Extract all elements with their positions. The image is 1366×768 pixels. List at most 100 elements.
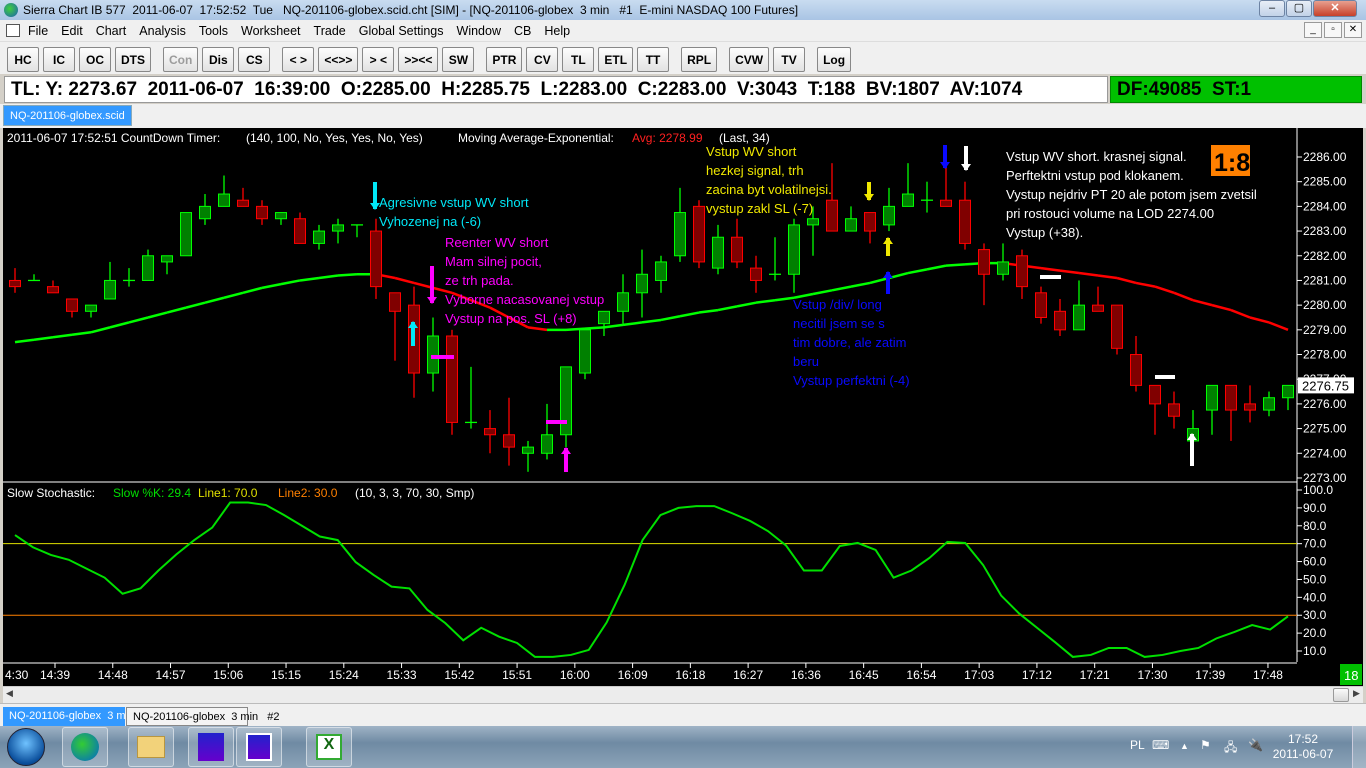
chart-header-params: (140, 100, No, Yes, Yes, No, Yes)	[246, 131, 423, 145]
candle	[598, 310, 610, 337]
candle	[104, 261, 116, 300]
stoch-tick-label: 40.0	[1303, 590, 1327, 604]
app-icon	[198, 733, 224, 761]
annotation-white-line: Vystup nejdriv PT 20 ale potom jsem zvet…	[1006, 187, 1257, 202]
ema-segment	[1040, 266, 1061, 272]
candle	[617, 274, 629, 324]
candle-body	[1016, 255, 1028, 288]
scroll-thumb[interactable]	[1333, 688, 1349, 702]
candle	[693, 200, 705, 269]
taskbar-explorer[interactable]	[128, 727, 174, 767]
keyboard-icon[interactable]: ⌨	[1152, 738, 1169, 752]
candle	[655, 255, 667, 293]
ema-segment	[147, 311, 168, 319]
stoch-tick-label: 20.0	[1303, 626, 1327, 640]
scroll-left-icon[interactable]: ◀	[6, 688, 13, 699]
chart-canvas[interactable]: 2011-06-07 17:52:51 CountDown Timer: (140…	[0, 0, 1366, 703]
ema-segment	[1192, 298, 1213, 307]
power-icon[interactable]: 🔌	[1248, 738, 1263, 752]
candle-body	[256, 205, 268, 220]
time-label: 16:27	[733, 668, 763, 682]
ema-segment	[71, 331, 92, 337]
stoch-params: (10, 3, 3, 70, 30, Smp)	[355, 486, 474, 500]
candle	[845, 206, 857, 232]
time-label: 15:33	[387, 668, 417, 682]
ema-segment	[1173, 291, 1194, 302]
candle-body	[883, 205, 895, 226]
candle-body	[940, 199, 952, 207]
candle	[1225, 384, 1237, 441]
price-tick-label: 2279.00	[1303, 323, 1347, 337]
ema-segment	[736, 301, 757, 308]
candle-body	[1073, 304, 1085, 331]
candle	[750, 255, 762, 293]
ema-segment	[907, 268, 928, 275]
price-tick-label: 2282.00	[1303, 249, 1347, 263]
clock-time: 17:52	[1287, 732, 1319, 746]
stoch-tick-label: 10.0	[1303, 644, 1327, 658]
action-center-flag-icon[interactable]: ⚑	[1200, 738, 1211, 752]
candle-body	[617, 292, 629, 312]
candle-body	[1130, 354, 1142, 386]
time-label: 17:39	[1195, 668, 1225, 682]
candle-body	[104, 279, 116, 300]
clock[interactable]: 17:52 2011-06-07	[1268, 732, 1338, 762]
candle	[1092, 286, 1104, 312]
candle-body	[579, 329, 591, 374]
candle	[218, 175, 230, 207]
candle	[921, 181, 933, 213]
candle	[1282, 384, 1294, 411]
taskbar-sierra-chart[interactable]	[62, 727, 108, 767]
scroll-right-icon[interactable]: ▶	[1353, 688, 1360, 699]
candle	[389, 292, 401, 361]
candle	[1054, 298, 1066, 337]
candle-body	[1035, 292, 1047, 318]
candle	[997, 243, 1009, 281]
ema-segment	[527, 326, 548, 332]
ema-segment	[698, 308, 719, 314]
taskbar: X PL ⌨ ▲ ⚑ 🖧 🔌 17:52 2011-06-07	[0, 726, 1366, 768]
time-label: 16:54	[906, 668, 936, 682]
candle-body	[541, 434, 553, 454]
start-button[interactable]	[7, 728, 45, 766]
ema-segment	[223, 291, 244, 299]
candle	[503, 397, 515, 466]
ema-segment	[1135, 281, 1156, 288]
candle-body	[47, 286, 59, 294]
yellow-down-arrow-icon-head	[864, 194, 874, 201]
time-label: 14:57	[156, 668, 186, 682]
candle-body	[427, 335, 439, 374]
candle	[85, 304, 97, 318]
candle-body	[142, 255, 154, 281]
ema-segment	[52, 333, 73, 339]
network-icon[interactable]: 🖧	[1224, 738, 1237, 759]
stoch-tick-label: 70.0	[1303, 537, 1327, 551]
time-label: 4:30	[5, 668, 29, 682]
candle-body	[199, 205, 211, 220]
language-indicator[interactable]: PL	[1130, 738, 1145, 752]
stoch-line2-value: Line2: 30.0	[278, 486, 338, 500]
horizontal-scrollbar[interactable]: ◀ ▶	[3, 686, 1363, 703]
candle-body	[389, 292, 401, 312]
taskbar-app-1[interactable]	[188, 727, 234, 767]
tab-chart-1[interactable]: NQ-201106-globex 3 min #1	[3, 707, 156, 726]
candle	[674, 187, 686, 262]
candle	[123, 268, 135, 287]
ema-segment	[318, 274, 339, 280]
taskbar-excel[interactable]: X	[306, 727, 352, 767]
candle	[940, 163, 952, 207]
magenta-up-arrow-icon-head	[561, 447, 571, 454]
candle-body	[636, 273, 648, 294]
candle	[142, 249, 154, 281]
blue-up-arrow-icon-head	[883, 271, 893, 278]
candle-body	[370, 230, 382, 288]
taskbar-app-2[interactable]	[236, 727, 282, 767]
candle-body	[598, 310, 610, 325]
show-desktop-button[interactable]	[1352, 726, 1366, 768]
candle-body	[1111, 304, 1123, 349]
tab-chart-2[interactable]: NQ-201106-globex 3 min #2	[126, 707, 280, 726]
show-hidden-icons-icon[interactable]: ▲	[1180, 741, 1189, 751]
candle	[237, 187, 249, 207]
price-tick-label: 2284.00	[1303, 199, 1347, 213]
stoch-tick-label: 80.0	[1303, 519, 1327, 533]
